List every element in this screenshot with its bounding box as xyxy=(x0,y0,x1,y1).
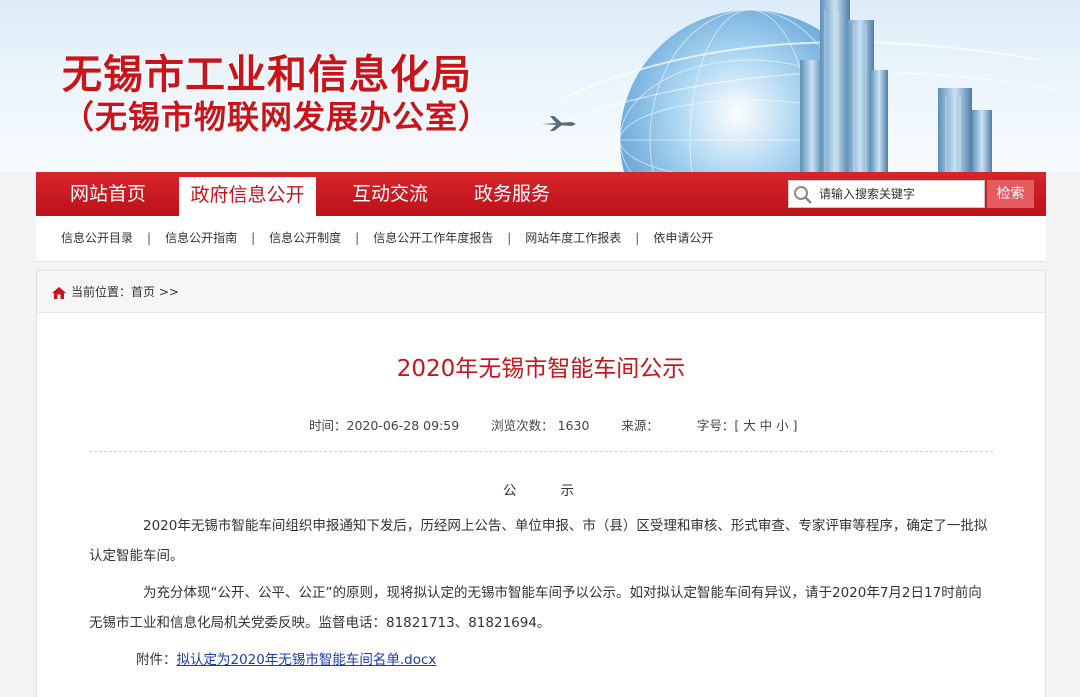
nav-item-gov-info[interactable]: 政府信息公开 xyxy=(179,177,316,216)
breadcrumb-text[interactable]: 当前位置：首页 >> xyxy=(71,271,179,313)
view-count: 浏览次数： 1630 xyxy=(491,418,590,433)
search-box xyxy=(788,180,985,208)
paragraph-2: 为充分体现“公开、公平、公正”的原则，现将拟认定的无锡市智能车间予以公示。如对拟… xyxy=(89,585,982,631)
subnav-item-apply[interactable]: 依申请公开 xyxy=(653,231,713,245)
sub-nav: 信息公开目录 | 信息公开指南 | 信息公开制度 | 信息公开工作年度报告 | 网站年度工作报表… xyxy=(36,216,1046,262)
search-icon xyxy=(792,184,814,206)
attachment: 附件：拟认定为2020年无锡市智能车间名单.docx xyxy=(136,648,436,668)
notice-heading: 公示 xyxy=(503,483,618,499)
home-icon[interactable] xyxy=(51,285,67,299)
font-size-control[interactable]: 字号：[ 大 中 小 ] xyxy=(697,415,798,434)
subnav-item-catalog[interactable]: 信息公开目录 xyxy=(61,231,133,245)
source: 来源： xyxy=(621,418,659,433)
header-banner: 无锡市工业和信息化局 （无锡市物联网发展办公室） xyxy=(0,0,1080,172)
search-button[interactable]: 检索 xyxy=(987,180,1034,208)
subnav-item-annual-report[interactable]: 信息公开工作年度报告 xyxy=(373,231,493,245)
subnav-item-system[interactable]: 信息公开制度 xyxy=(269,231,341,245)
subnav-separator: | xyxy=(635,231,640,245)
subnav-item-site-report[interactable]: 网站年度工作报表 xyxy=(525,231,621,245)
content-panel: 当前位置：首页 >> 2020年无锡市智能车间公示 时间：2020-06-28 … xyxy=(36,270,1046,697)
attachment-label: 附件： xyxy=(136,652,177,668)
subnav-separator: | xyxy=(355,231,360,245)
nav-item-home[interactable]: 网站首页 xyxy=(50,172,166,216)
globe-skyline-illustration xyxy=(539,0,1061,172)
divider xyxy=(89,451,993,452)
subnav-separator: | xyxy=(507,231,512,245)
subnav-separator: | xyxy=(251,231,256,245)
attachment-link[interactable]: 拟认定为2020年无锡市智能车间名单.docx xyxy=(177,652,437,668)
article-meta: 时间：2020-06-28 09:59 浏览次数： 1630 来源： 字号：[ … xyxy=(309,415,798,434)
site-subtitle: （无锡市物联网发展办公室） xyxy=(62,98,492,136)
publish-time: 时间：2020-06-28 09:59 xyxy=(309,418,460,433)
search-input[interactable] xyxy=(819,183,981,205)
paragraph-1: 2020年无锡市智能车间组织申报通知下发后，历经网上公告、单位申报、市（县）区受… xyxy=(89,518,988,564)
nav-item-services[interactable]: 政务服务 xyxy=(454,172,570,216)
article-title: 2020年无锡市智能车间公示 xyxy=(396,356,686,382)
breadcrumb: 当前位置：首页 >> xyxy=(37,271,1045,313)
subnav-item-guide[interactable]: 信息公开指南 xyxy=(165,231,237,245)
main-nav: 网站首页 政府信息公开 互动交流 政务服务 检索 xyxy=(36,172,1046,216)
nav-item-interaction[interactable]: 互动交流 xyxy=(332,172,448,216)
subnav-separator: | xyxy=(147,231,152,245)
